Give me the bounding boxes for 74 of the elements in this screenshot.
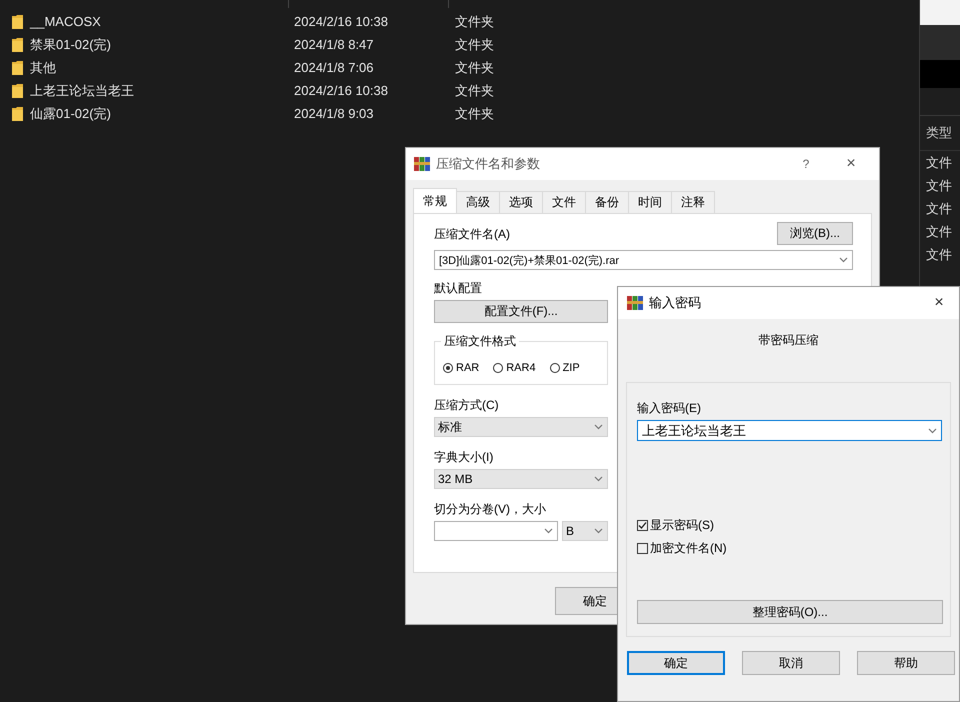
file-type: 文件夹 (455, 104, 494, 122)
field-label: 压缩方式(C) (434, 397, 500, 414)
file-type: 文件夹 (455, 82, 494, 100)
check-icon (638, 521, 647, 530)
field-label: 压缩文件名(A) (434, 226, 510, 243)
window-title: 压缩文件名和参数 (436, 155, 541, 173)
tab[interactable]: 注释 (671, 191, 715, 213)
file-name[interactable]: 仙露01-02(完) (30, 104, 294, 122)
dialog-button[interactable]: 确定 (627, 651, 725, 675)
radio-button[interactable] (493, 363, 504, 373)
checkbox[interactable] (637, 520, 648, 531)
file-type: 文件 (925, 154, 953, 172)
file-type: 文件 (925, 176, 953, 194)
archive-icon (627, 296, 643, 310)
dictionary-dropdown[interactable]: 32 MB (434, 469, 608, 489)
folder-icon (12, 38, 22, 52)
caret-icon (839, 257, 848, 263)
field-label: 切分为分卷(V)，大小 (434, 501, 547, 518)
profile-button[interactable]: 配置文件(F)... (434, 300, 608, 323)
toolbar (920, 25, 960, 60)
dialog-heading: 带密码压缩 (758, 333, 818, 347)
date-modified: 2024/2/16 10:38 (294, 14, 389, 29)
checkbox[interactable] (637, 543, 648, 554)
caret-icon (594, 424, 603, 430)
radio-option[interactable]: RAR (443, 362, 480, 374)
close-button[interactable]: × (831, 155, 871, 173)
file-type: 文件夹 (455, 58, 494, 76)
date-modified: 2024/1/8 8:47 (294, 37, 375, 52)
file-type: 文件夹 (455, 12, 494, 30)
dialog-button[interactable]: 帮助 (857, 651, 955, 675)
column-header[interactable]: 类型 (920, 116, 960, 151)
folder-icon (12, 60, 22, 74)
file-type: 文件 (925, 246, 953, 264)
group-title: 压缩文件格式 (441, 333, 519, 350)
volume-size-field[interactable] (434, 521, 558, 541)
file-type: 文件 (925, 222, 953, 240)
checkbox-option[interactable]: 显示密码(S) (637, 514, 942, 537)
caret-icon (594, 476, 603, 482)
section-label: 默认配置 (434, 280, 483, 297)
method-dropdown[interactable]: 标准 (434, 417, 608, 437)
file-name[interactable]: __MACOSX (30, 14, 294, 29)
unit-dropdown[interactable]: B (562, 521, 608, 541)
folder-icon (12, 14, 22, 28)
help-button[interactable]: ? (781, 157, 831, 171)
folder-icon (12, 106, 22, 120)
archive-icon (414, 157, 430, 171)
date-modified: 2024/2/16 10:38 (294, 83, 389, 98)
field-label: 输入密码(E) (637, 400, 702, 417)
window-title: 输入密码 (649, 294, 702, 312)
title-bar (920, 0, 960, 25)
dialog-button[interactable]: 取消 (742, 651, 840, 675)
close-button[interactable]: × (919, 294, 959, 312)
checkbox-option[interactable]: 加密文件名(N) (637, 537, 942, 560)
field-label: 字典大小(I) (434, 449, 494, 466)
caret-icon (594, 528, 603, 534)
caret-icon (928, 428, 937, 434)
date-modified: 2024/1/8 7:06 (294, 60, 375, 75)
file-name[interactable]: 其他 (30, 58, 294, 76)
radio-button[interactable] (443, 363, 453, 373)
organize-passwords-button[interactable]: 整理密码(O)... (637, 600, 943, 624)
file-name[interactable]: 上老王论坛当老王 (30, 82, 294, 100)
browse-button[interactable]: 浏览(B)... (777, 222, 853, 245)
radio-option[interactable]: ZIP (550, 362, 580, 374)
archive-name-field[interactable]: [3D]仙露01-02(完)+禁果01-02(完).rar (434, 250, 853, 270)
file-name[interactable]: 禁果01-02(完) (30, 36, 294, 54)
tab[interactable]: 常规 (413, 188, 457, 213)
radio-button[interactable] (550, 363, 560, 373)
file-type: 文件夹 (455, 36, 494, 54)
radio-option[interactable]: RAR4 (493, 362, 536, 374)
caret-icon (544, 528, 553, 534)
folder-icon (12, 84, 22, 98)
password-field[interactable]: 上老王论坛当老王 (637, 420, 942, 441)
file-type: 文件 (925, 200, 953, 218)
date-modified: 2024/1/8 9:03 (294, 106, 375, 121)
